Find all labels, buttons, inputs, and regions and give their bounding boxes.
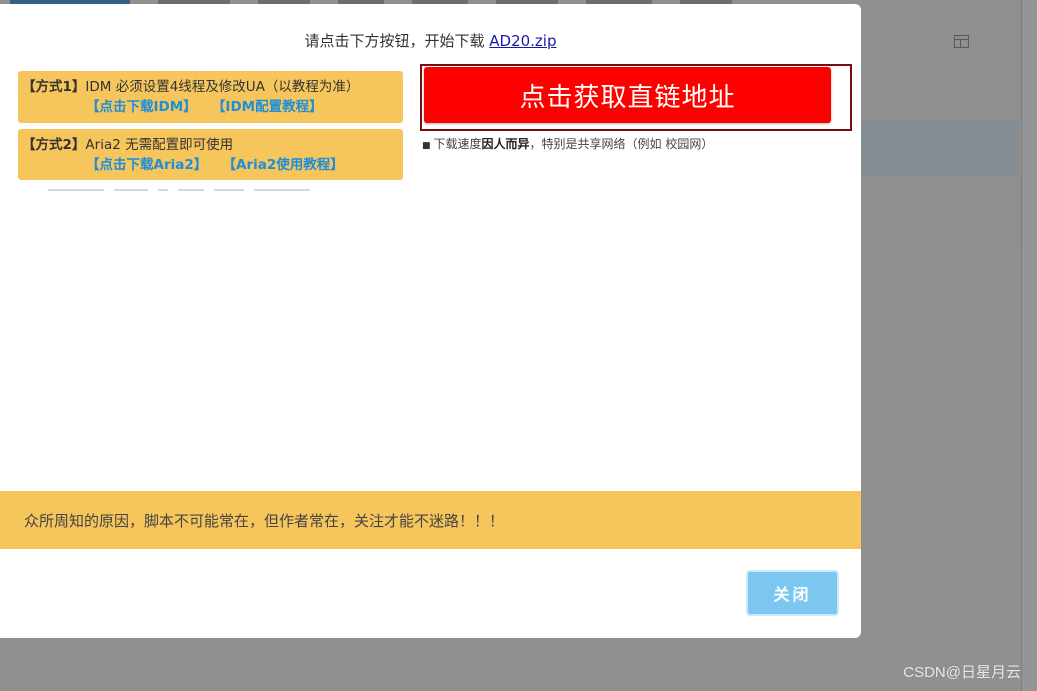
method2-links: 【点击下载Aria2】 【Aria2使用教程】 [22, 155, 399, 175]
speed-note-bold: 因人而异 [481, 137, 530, 151]
method1-tag: 【方式1】 [22, 79, 86, 95]
modal-title-text: 请点击下方按钮，开始下载 [304, 32, 490, 50]
get-direct-link-button[interactable]: 点击获取直链地址 [424, 67, 831, 123]
background-selected-row [861, 121, 1019, 176]
method1-links: 【点击下载IDM】 【IDM配置教程】 [22, 97, 399, 117]
bullet-icon: ■ [422, 141, 431, 151]
close-button[interactable]: 关闭 [746, 570, 839, 616]
text-fragment [48, 189, 104, 191]
download-idm-link[interactable]: 【点击下载IDM】 [86, 99, 197, 115]
footer-notice-text: 众所周知的原因，脚本不可能常在，但作者常在，关注才能不迷路！！！ [24, 511, 505, 530]
idm-config-tutorial-link[interactable]: 【IDM配置教程】 [219, 99, 323, 115]
speed-note: ■ 下载速度因人而异，特别是共享网络（例如 校园网） [422, 135, 713, 152]
clipped-text-remnant [48, 189, 310, 191]
method2-box: 【方式2】Aria2 无需配置即可使用 【点击下载Aria2】 【Aria2使用教… [18, 129, 403, 180]
speed-note-suffix: ，特别是共享网络（例如 校园网） [529, 137, 714, 151]
aria2-tutorial-link[interactable]: 【Aria2使用教程】 [229, 157, 344, 173]
text-fragment [214, 189, 244, 191]
grid-view-icon [954, 35, 969, 48]
method2-tag: 【方式2】 [22, 137, 86, 153]
method1-text: IDM 必须设置4线程及修改UA（以教程为准） [85, 79, 360, 95]
method2-description: 【方式2】Aria2 无需配置即可使用 [22, 135, 399, 155]
text-fragment [178, 189, 204, 191]
text-fragment [158, 189, 168, 191]
download-aria2-link[interactable]: 【点击下载Aria2】 [86, 157, 207, 173]
background-scrollbar [1021, 0, 1037, 691]
modal-title: 请点击下方按钮，开始下载 AD20.zip [0, 30, 861, 51]
method2-text: Aria2 无需配置即可使用 [85, 137, 234, 153]
text-fragment [254, 189, 310, 191]
file-name-link[interactable]: AD20.zip [489, 32, 556, 50]
footer-notice-bar: 众所周知的原因，脚本不可能常在，但作者常在，关注才能不迷路！！！ [0, 491, 861, 549]
text-fragment [114, 189, 148, 191]
speed-note-prefix: 下载速度 [433, 137, 482, 151]
method1-box: 【方式1】IDM 必须设置4线程及修改UA（以教程为准） 【点击下载IDM】 【I… [18, 71, 403, 123]
method1-description: 【方式1】IDM 必须设置4线程及修改UA（以教程为准） [22, 77, 399, 97]
watermark: CSDN@日星月云 [903, 664, 1021, 681]
